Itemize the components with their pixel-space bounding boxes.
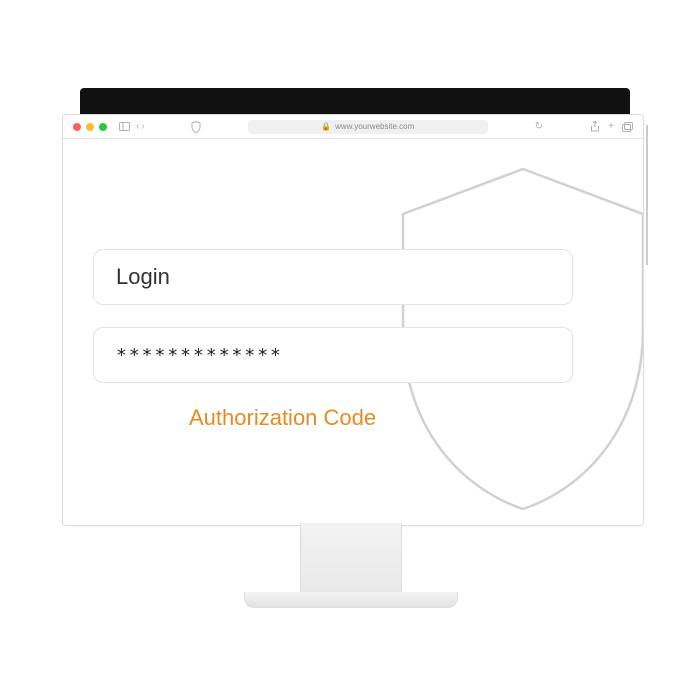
- url-text: www.yourwebsite.com: [335, 122, 414, 131]
- maximize-window-button[interactable]: [99, 123, 107, 131]
- login-input[interactable]: Login: [93, 249, 573, 305]
- monitor-base: [244, 592, 458, 608]
- chevron-right-icon[interactable]: ›: [141, 121, 144, 132]
- plus-icon[interactable]: +: [608, 121, 614, 132]
- page-content: Login ************* Authorization Code: [63, 139, 643, 525]
- login-form: Login ************* Authorization Code: [93, 249, 573, 431]
- sidebar-icon[interactable]: [119, 122, 130, 131]
- window-controls: [73, 123, 107, 131]
- chevron-left-icon[interactable]: ‹: [136, 121, 139, 132]
- shield-icon[interactable]: [191, 121, 201, 133]
- lock-icon: 🔒: [321, 122, 331, 131]
- minimize-window-button[interactable]: [86, 123, 94, 131]
- refresh-icon[interactable]: ↻: [535, 121, 543, 132]
- share-icon[interactable]: [590, 121, 600, 132]
- tabs-icon[interactable]: [622, 121, 633, 132]
- monitor-stand: [300, 523, 402, 595]
- close-window-button[interactable]: [73, 123, 81, 131]
- browser-toolbar: ‹ › 🔒 www.yourwebsite.com ↻ +: [63, 115, 643, 139]
- password-input[interactable]: *************: [93, 327, 573, 383]
- browser-window: ‹ › 🔒 www.yourwebsite.com ↻ + Login: [62, 114, 644, 526]
- address-bar[interactable]: 🔒 www.yourwebsite.com: [248, 120, 488, 134]
- authorization-code-link[interactable]: Authorization Code: [93, 405, 573, 431]
